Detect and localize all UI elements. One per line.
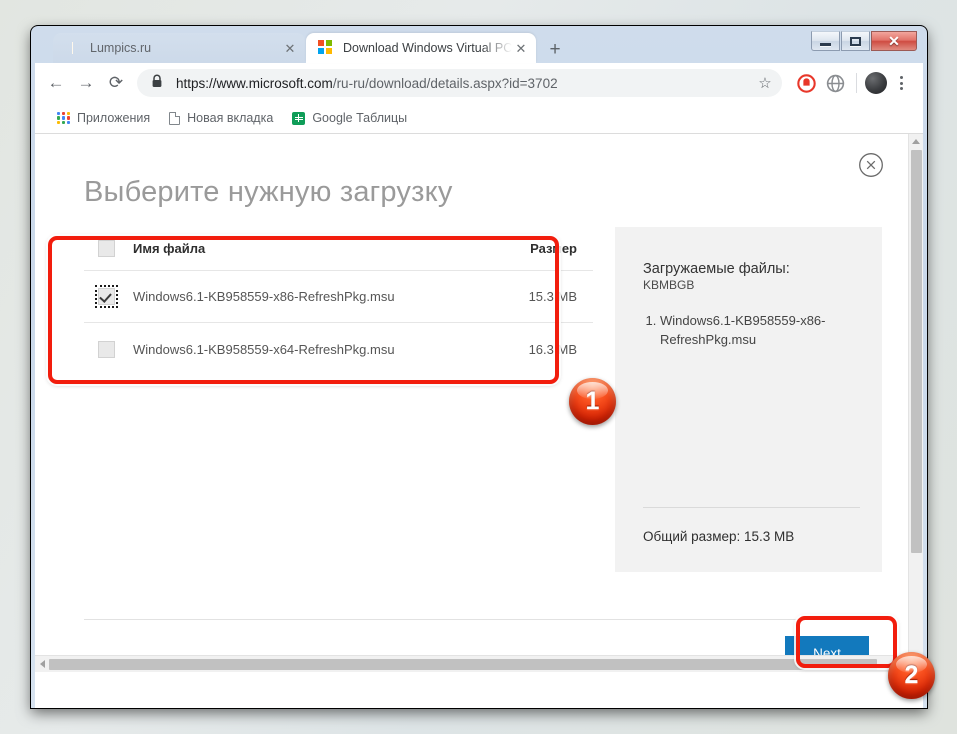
google-sheets-icon xyxy=(292,111,306,125)
page-viewport: Выберите нужную загрузку Имя файла Разме… xyxy=(35,134,923,672)
dialog-columns: Имя файла Размер Windows6.1-KB958559-x86… xyxy=(59,227,884,572)
page-title: Выберите нужную загрузку xyxy=(84,176,453,208)
bookmark-label: Приложения xyxy=(77,111,151,125)
column-header-filename: Имя файла xyxy=(133,241,206,256)
select-all-checkbox[interactable] xyxy=(98,240,115,257)
download-files-sublabel: KBMBGB xyxy=(643,278,695,292)
close-icon: ✕ xyxy=(888,33,900,49)
list-item: Windows6.1-KB958559-x86-RefreshPkg.msu xyxy=(660,312,860,350)
back-button[interactable]: ← xyxy=(41,68,71,98)
toolbar-divider xyxy=(856,73,857,93)
new-tab-button[interactable]: + xyxy=(541,35,569,63)
maximize-button[interactable] xyxy=(841,31,870,51)
download-files-label: Загружаемые файлы: xyxy=(643,261,790,277)
kebab-menu-icon[interactable] xyxy=(889,71,913,95)
microsoft-download-dialog: Выберите нужную загрузку Имя файла Разме… xyxy=(35,134,908,672)
horizontal-scroll-thumb[interactable] xyxy=(49,658,877,670)
tab-title: Download Windows Virtual PC fr xyxy=(343,41,512,55)
tab-lumpics[interactable]: Lumpics.ru ✕ xyxy=(53,33,305,63)
vertical-scrollbar[interactable] xyxy=(908,134,923,672)
table-header-row: Имя файла Размер xyxy=(84,227,593,271)
bookmark-star-icon[interactable]: ☆ xyxy=(752,70,778,96)
download-info-panel: Загружаемые файлы: KBMBGB Windows6.1-KB9… xyxy=(615,227,882,572)
browser-toolbar: ← → ⟳ https://www.microsoft.com/ru-ru/do… xyxy=(35,63,923,103)
tab-close-icon[interactable]: ✕ xyxy=(281,39,299,57)
forward-button[interactable]: → xyxy=(71,68,101,98)
microsoft-favicon xyxy=(318,40,334,56)
minimize-icon xyxy=(820,42,831,46)
tab-strip: Lumpics.ru ✕ Download Windows Virtual PC… xyxy=(35,29,923,63)
bookmark-label: Новая вкладка xyxy=(187,111,274,125)
document-icon xyxy=(169,111,181,125)
tab-close-icon[interactable]: ✕ xyxy=(512,39,530,57)
url-text: https://www.microsoft.com/ru-ru/download… xyxy=(176,75,558,91)
panel-divider xyxy=(643,507,860,508)
file-table: Имя файла Размер Windows6.1-KB958559-x86… xyxy=(84,227,593,572)
total-size-label: Общий размер: 15.3 MB xyxy=(643,529,795,544)
vertical-scroll-thumb[interactable] xyxy=(911,150,922,553)
file-checkbox[interactable] xyxy=(95,285,118,308)
reload-button[interactable]: ⟳ xyxy=(101,68,131,98)
lock-icon xyxy=(151,74,165,93)
apps-grid-icon xyxy=(57,111,70,125)
browser-content: ← → ⟳ https://www.microsoft.com/ru-ru/do… xyxy=(35,63,923,708)
window-controls: ✕ xyxy=(811,31,917,51)
file-size: 15.3 MB xyxy=(528,289,577,304)
tab-title: Lumpics.ru xyxy=(90,41,152,55)
adblock-extension-icon[interactable] xyxy=(793,70,819,96)
address-bar[interactable]: https://www.microsoft.com/ru-ru/download… xyxy=(137,69,782,97)
horizontal-scrollbar[interactable] xyxy=(35,655,908,672)
dialog-footer: Next xyxy=(84,619,869,670)
bookmark-label: Google Таблицы xyxy=(312,111,408,125)
scroll-up-arrow-icon[interactable] xyxy=(909,134,923,148)
window-frame: Lumpics.ru ✕ Download Windows Virtual PC… xyxy=(31,26,927,708)
file-name: Windows6.1-KB958559-x64-RefreshPkg.msu xyxy=(133,341,395,357)
page-content: Выберите нужную загрузку Имя файла Разме… xyxy=(35,134,908,672)
scroll-left-arrow-icon[interactable] xyxy=(35,660,49,668)
column-header-size: Размер xyxy=(530,241,577,256)
orange-slice-favicon xyxy=(65,40,81,56)
table-row[interactable]: Windows6.1-KB958559-x86-RefreshPkg.msu 1… xyxy=(84,271,593,323)
table-row[interactable]: Windows6.1-KB958559-x64-RefreshPkg.msu 1… xyxy=(84,323,593,375)
tab-microsoft-download[interactable]: Download Windows Virtual PC fr ✕ xyxy=(306,33,536,63)
bookmark-google-sheets[interactable]: Google Таблицы xyxy=(284,106,415,130)
download-files-list: Windows6.1-KB958559-x86-RefreshPkg.msu xyxy=(643,312,860,350)
close-window-button[interactable]: ✕ xyxy=(871,31,917,51)
bookmarks-bar: Приложения Новая вкладка Google Таблицы xyxy=(35,103,923,134)
avatar[interactable] xyxy=(865,72,887,94)
maximize-icon xyxy=(850,36,861,46)
bookmark-apps[interactable]: Приложения xyxy=(49,106,158,130)
bookmark-new-tab[interactable]: Новая вкладка xyxy=(161,106,281,130)
file-checkbox[interactable] xyxy=(98,340,115,358)
file-name: Windows6.1-KB958559-x86-RefreshPkg.msu xyxy=(133,289,395,304)
close-circle-icon[interactable] xyxy=(858,152,884,178)
minimize-button[interactable] xyxy=(811,31,840,51)
file-size: 16.3 MB xyxy=(528,341,577,357)
browser-window: Lumpics.ru ✕ Download Windows Virtual PC… xyxy=(31,26,927,708)
globe-extension-icon[interactable] xyxy=(822,70,848,96)
